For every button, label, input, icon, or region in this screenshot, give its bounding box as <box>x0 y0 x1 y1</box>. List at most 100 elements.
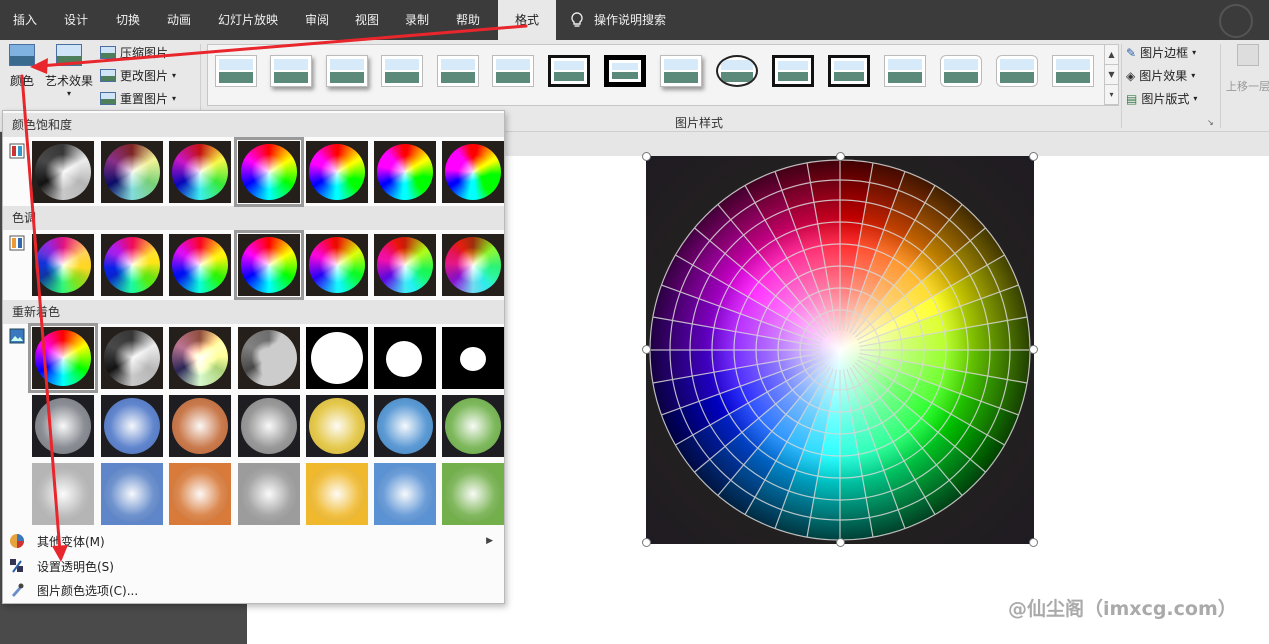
color-variant-thumb[interactable] <box>442 327 504 389</box>
picture-layout-label: 图片版式 <box>1141 92 1190 106</box>
color-variant-thumb[interactable] <box>32 141 94 203</box>
picture-layout-button[interactable]: ▤ 图片版式 ▾ <box>1126 90 1197 107</box>
color-wheel-picture[interactable] <box>646 156 1034 544</box>
dialog-launcher-icon[interactable]: ↘ <box>1207 118 1214 127</box>
picture-style-12[interactable] <box>828 55 870 87</box>
color-button-label: 颜色 <box>9 74 34 88</box>
tab-review[interactable]: 审阅 <box>293 0 341 40</box>
tab-help[interactable]: 帮助 <box>444 0 492 40</box>
color-variant-thumb[interactable] <box>374 141 436 203</box>
color-variant-thumb[interactable] <box>374 234 436 296</box>
resize-handle-n[interactable] <box>836 152 845 161</box>
picture-style-1[interactable] <box>215 55 257 87</box>
color-variant-thumb[interactable] <box>28 323 98 393</box>
set-transparent-color-item[interactable]: 设置透明色(S) <box>9 554 501 578</box>
color-variant-thumb[interactable] <box>169 327 231 389</box>
color-variant-thumb[interactable] <box>101 141 163 203</box>
set-transparent-label: 设置透明色(S) <box>37 559 114 574</box>
resize-handle-w[interactable] <box>642 345 651 354</box>
resize-handle-nw[interactable] <box>642 152 651 161</box>
color-variant-thumb[interactable] <box>238 327 300 389</box>
color-variant-thumb[interactable] <box>238 463 300 525</box>
color-variant-thumb[interactable] <box>306 463 368 525</box>
change-label: 更改图片 <box>120 69 169 83</box>
color-variant-thumb[interactable] <box>234 230 304 300</box>
color-variant-thumb[interactable] <box>442 395 504 457</box>
reset-picture-button[interactable]: 重置图片 ▾ <box>100 90 176 107</box>
tell-me-search[interactable]: 操作说明搜索 <box>570 0 666 40</box>
color-variant-thumb[interactable] <box>32 395 94 457</box>
art-effects-button[interactable]: 艺术效果 ▾ <box>44 44 94 98</box>
tab-transitions[interactable]: 切换 <box>104 0 152 40</box>
color-variant-thumb[interactable] <box>169 395 231 457</box>
picture-style-3[interactable] <box>326 55 368 87</box>
tab-view[interactable]: 视图 <box>343 0 391 40</box>
picture-styles-group-label: 图片样式 <box>675 116 724 130</box>
picture-style-5[interactable] <box>437 55 479 87</box>
picture-color-options-item[interactable]: 图片颜色选项(C)... <box>9 578 501 602</box>
color-variant-thumb[interactable] <box>101 234 163 296</box>
picture-style-16[interactable] <box>1052 55 1094 87</box>
recolor-header: 重新着色 <box>3 300 504 324</box>
color-variant-thumb[interactable] <box>169 463 231 525</box>
account-icon[interactable] <box>1219 4 1253 38</box>
color-variant-thumb[interactable] <box>32 463 94 525</box>
color-variant-thumb[interactable] <box>101 463 163 525</box>
color-variant-thumb[interactable] <box>32 234 94 296</box>
tab-animations[interactable]: 动画 <box>155 0 203 40</box>
picture-style-10[interactable] <box>716 55 758 87</box>
resize-handle-s[interactable] <box>836 538 845 547</box>
color-variant-thumb[interactable] <box>306 141 368 203</box>
picture-style-8[interactable] <box>604 55 646 87</box>
resize-handle-sw[interactable] <box>642 538 651 547</box>
color-variant-thumb[interactable] <box>306 327 368 389</box>
resize-handle-se[interactable] <box>1029 538 1038 547</box>
compress-pictures-button[interactable]: 压缩图片 <box>100 44 168 61</box>
resize-handle-ne[interactable] <box>1029 152 1038 161</box>
gallery-scroll[interactable]: ▲ ▼ ▾ <box>1104 45 1118 105</box>
tab-design[interactable]: 设计 <box>52 0 100 40</box>
gallery-down-icon[interactable]: ▼ <box>1105 65 1118 85</box>
tab-format[interactable]: 格式 <box>498 0 556 40</box>
color-variant-thumb[interactable] <box>234 137 304 207</box>
picture-border-button[interactable]: ✎ 图片边框 ▾ <box>1126 44 1196 61</box>
color-variant-thumb[interactable] <box>374 395 436 457</box>
picture-style-4[interactable] <box>381 55 423 87</box>
submenu-arrow-icon: ▶ <box>486 536 493 546</box>
color-variant-thumb[interactable] <box>169 234 231 296</box>
color-button[interactable]: 颜色 <box>6 44 38 89</box>
color-variant-thumb[interactable] <box>238 395 300 457</box>
ribbon-tab-bar: 插入 设计 切换 动画 幻灯片放映 审阅 视图 录制 帮助 格式 操作说明搜索 <box>0 0 1269 40</box>
picture-style-11[interactable] <box>772 55 814 87</box>
picture-style-6[interactable] <box>492 55 534 87</box>
color-variant-thumb[interactable] <box>306 395 368 457</box>
color-variant-thumb[interactable] <box>101 395 163 457</box>
picture-style-7[interactable] <box>548 55 590 87</box>
color-variant-thumb[interactable] <box>442 463 504 525</box>
tab-insert[interactable]: 插入 <box>0 0 50 40</box>
watermark: @仙尘阁（imxcg.com） <box>1008 598 1237 620</box>
color-variant-thumb[interactable] <box>374 327 436 389</box>
tab-record[interactable]: 录制 <box>393 0 441 40</box>
color-variant-thumb[interactable] <box>374 463 436 525</box>
picture-style-14[interactable] <box>940 55 982 87</box>
gallery-up-icon[interactable]: ▲ <box>1105 45 1118 65</box>
color-variant-thumb[interactable] <box>442 234 504 296</box>
tone-icon <box>9 235 25 251</box>
change-picture-button[interactable]: 更改图片 ▾ <box>100 67 176 84</box>
picture-style-15[interactable] <box>996 55 1038 87</box>
color-variant-thumb[interactable] <box>101 327 163 389</box>
tab-slideshow[interactable]: 幻灯片放映 <box>210 0 286 40</box>
bring-forward-button[interactable]: 上移一层 <box>1226 44 1269 94</box>
picture-style-2[interactable] <box>270 55 312 87</box>
color-variant-thumb[interactable] <box>306 234 368 296</box>
picture-style-13[interactable] <box>884 55 926 87</box>
color-variant-thumb[interactable] <box>169 141 231 203</box>
picture-effects-button[interactable]: ◈ 图片效果 ▾ <box>1126 67 1195 84</box>
palette-icon <box>10 534 24 548</box>
picture-style-9[interactable] <box>660 55 702 87</box>
gallery-more-icon[interactable]: ▾ <box>1105 85 1118 105</box>
more-variations-item[interactable]: 其他变体(M) ▶ <box>9 529 501 553</box>
color-variant-thumb[interactable] <box>442 141 504 203</box>
resize-handle-e[interactable] <box>1029 345 1038 354</box>
